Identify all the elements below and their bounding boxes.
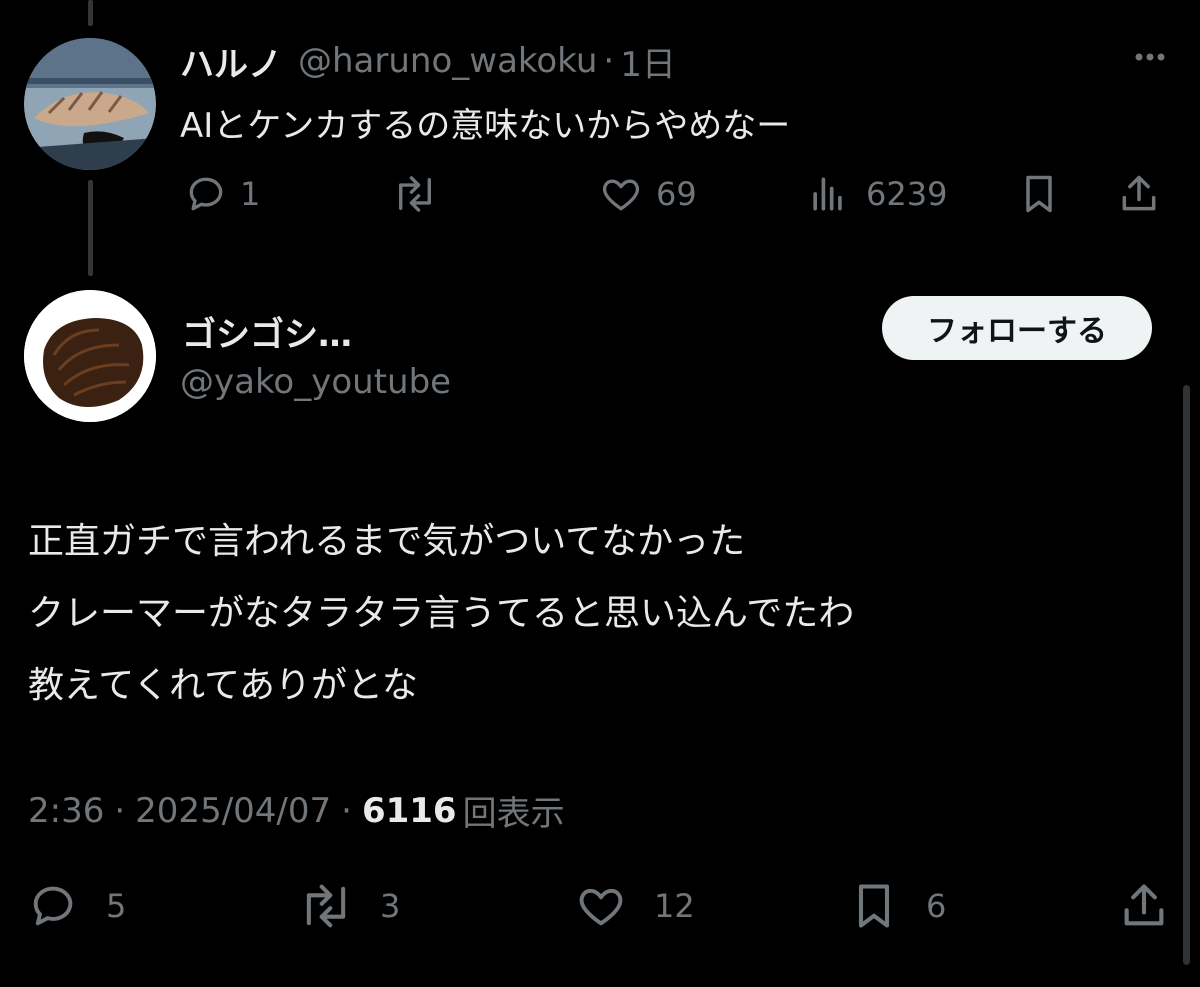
scrollbar[interactable] xyxy=(1183,385,1190,965)
like-icon xyxy=(598,172,644,216)
display-name[interactable]: ゴシゴシ… xyxy=(182,307,352,356)
main-action-bookmark[interactable]: 6 xyxy=(848,880,946,932)
like-count: 69 xyxy=(656,175,697,213)
main-action-like[interactable]: 12 xyxy=(574,880,695,932)
reply-icon xyxy=(26,880,80,932)
like-count: 12 xyxy=(654,887,695,925)
tweet-text-line: 教えてくれてありがとな xyxy=(28,665,418,706)
reply-action-reply[interactable]: 1 xyxy=(184,172,260,216)
main-action-repost[interactable]: 3 xyxy=(296,880,400,932)
reply-action-views[interactable]: 6239 xyxy=(806,172,947,216)
avatar[interactable] xyxy=(24,38,156,170)
share-icon[interactable] xyxy=(1118,880,1170,932)
tweet-text-line: クレーマーがなタラタラ言うてると思い込んでたわ xyxy=(28,593,855,634)
handle[interactable]: @yako_youtube xyxy=(180,362,451,402)
separator: · xyxy=(114,790,126,831)
post-date[interactable]: 2025/04/07 xyxy=(135,791,331,831)
reply-header: ハルノ @haruno_wakoku · 1日 xyxy=(180,37,676,86)
bookmark-icon xyxy=(848,880,900,932)
views-icon xyxy=(806,172,850,216)
separator: · xyxy=(341,790,352,831)
repost-count: 3 xyxy=(380,887,401,925)
reply-count: 5 xyxy=(106,887,127,925)
avatar[interactable] xyxy=(24,290,156,422)
view-count: 6116 xyxy=(361,790,457,831)
view-count: 6239 xyxy=(866,175,948,213)
reply-icon xyxy=(184,172,228,216)
relative-time[interactable]: 1日 xyxy=(620,37,676,86)
more-icon[interactable] xyxy=(1125,45,1175,69)
thread-line-middle xyxy=(88,180,93,276)
post-time[interactable]: 2:36 xyxy=(28,791,104,831)
separator: · xyxy=(603,41,615,81)
tweet-text-line: 正直ガチで言われるまで気がついてなかった xyxy=(28,521,746,562)
share-icon[interactable] xyxy=(1117,172,1161,216)
tweet-text: 正直ガチで言われるまで気がついてなかった クレーマーがなタラタラ言うてると思い込… xyxy=(28,506,854,722)
tweet-meta: 2:36 · 2025/04/07 · 6116 回表示 xyxy=(28,786,565,835)
handle[interactable]: @haruno_wakoku xyxy=(298,41,597,81)
follow-button[interactable]: フォローする xyxy=(882,296,1152,360)
bookmark-icon[interactable] xyxy=(1017,172,1061,216)
repost-icon xyxy=(296,880,356,932)
repost-icon[interactable] xyxy=(390,172,440,216)
reply-text: AIとケンカするの意味ないからやめなー xyxy=(180,106,791,146)
reply-count: 1 xyxy=(240,175,261,213)
bookmark-count: 6 xyxy=(926,887,947,925)
display-name[interactable]: ハルノ xyxy=(180,37,282,86)
thread-line-top xyxy=(88,0,93,26)
reply-action-like[interactable]: 69 xyxy=(598,172,697,216)
main-action-reply[interactable]: 5 xyxy=(26,880,126,932)
like-icon xyxy=(574,880,628,932)
views-label: 回表示 xyxy=(462,794,565,834)
